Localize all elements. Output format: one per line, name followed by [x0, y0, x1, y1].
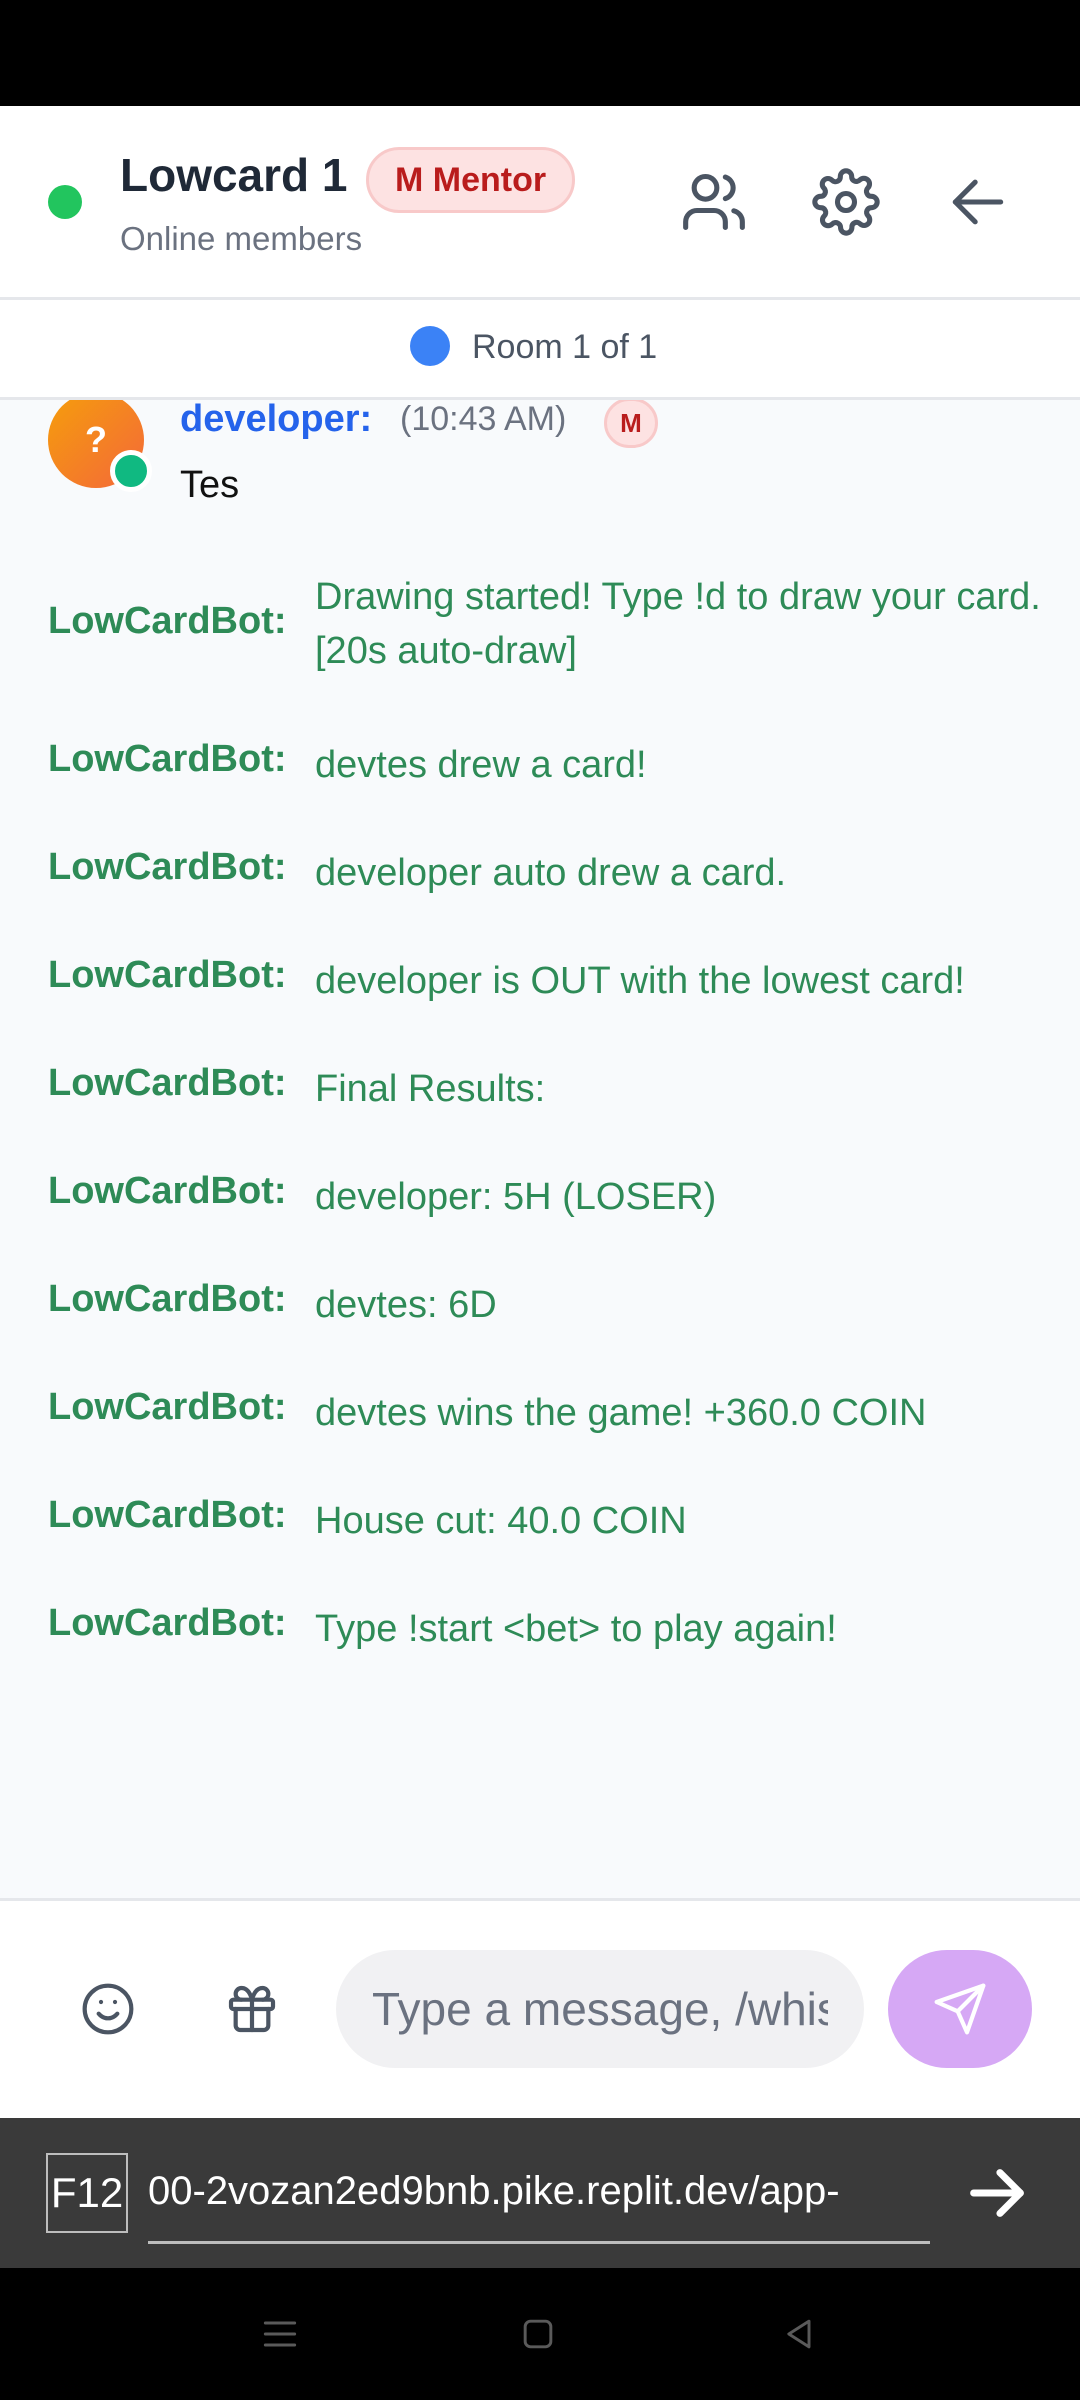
online-status-dot: [48, 185, 82, 219]
bot-text: Final Results:: [315, 1068, 546, 1110]
back-icon[interactable]: [776, 2312, 820, 2356]
bot-name: LowCardBot:: [48, 600, 287, 642]
online-members-link[interactable]: Online members: [120, 220, 362, 258]
gift-icon[interactable]: [224, 1981, 280, 2037]
room-title: Lowcard 1: [120, 149, 348, 201]
message-input[interactable]: [336, 1950, 864, 2068]
send-icon: [934, 1983, 986, 2035]
bot-name: LowCardBot:: [48, 1062, 287, 1104]
bot-text: devtes wins the game! +360.0 COIN: [315, 1392, 927, 1434]
bot-name: LowCardBot:: [48, 1278, 287, 1320]
gear-icon[interactable]: [812, 168, 880, 236]
message-username[interactable]: developer:: [180, 400, 372, 441]
avatar-online-dot: [110, 450, 152, 492]
bot-text: Type !start <bet> to play again!: [315, 1608, 837, 1650]
bot-text: House cut: 40.0 COIN: [315, 1500, 687, 1542]
bot-name: LowCardBot:: [48, 846, 287, 888]
go-arrow-icon[interactable]: [962, 2158, 1032, 2228]
bot-text: developer: 5H (LOSER): [315, 1176, 717, 1218]
message-role-badge: M: [604, 400, 658, 448]
mentor-badge: M Mentor: [366, 147, 576, 213]
message-text: Tes: [180, 464, 240, 506]
back-arrow-icon[interactable]: [944, 168, 1012, 236]
url-field[interactable]: -00-2vozan2ed9bnb.pike.replit.dev/app: [148, 2156, 930, 2244]
bot-name: LowCardBot:: [48, 1602, 287, 1644]
send-button[interactable]: [888, 1950, 1032, 2068]
bot-name: LowCardBot:: [48, 954, 287, 996]
bot-text: devtes: 6D: [315, 1284, 497, 1326]
bot-text: developer auto drew a card.: [315, 852, 787, 894]
chat-messages[interactable]: ? developer: (10:43 AM) M Tes LowCardBot…: [0, 400, 1080, 1898]
bot-text: developer is OUT with the lowest card!: [315, 960, 965, 1002]
bot-name: LowCardBot:: [48, 1494, 287, 1536]
message-time: (10:43 AM): [400, 400, 567, 438]
bot-text: Drawing started! Type !d to draw your ca…: [315, 576, 1041, 672]
menu-icon[interactable]: [258, 2312, 302, 2356]
home-icon[interactable]: [516, 2312, 560, 2356]
room-label: Room 1 of 1: [472, 328, 658, 366]
room-dot: [410, 326, 450, 366]
bot-text: devtes drew a card!: [315, 744, 647, 786]
users-icon[interactable]: [680, 168, 748, 236]
emoji-icon[interactable]: [80, 1981, 136, 2037]
status-bar: [0, 0, 1080, 106]
bot-name: LowCardBot:: [48, 738, 287, 780]
f12-button[interactable]: F12: [46, 2153, 128, 2233]
bot-name: LowCardBot:: [48, 1170, 287, 1212]
bot-name: LowCardBot:: [48, 1386, 287, 1428]
